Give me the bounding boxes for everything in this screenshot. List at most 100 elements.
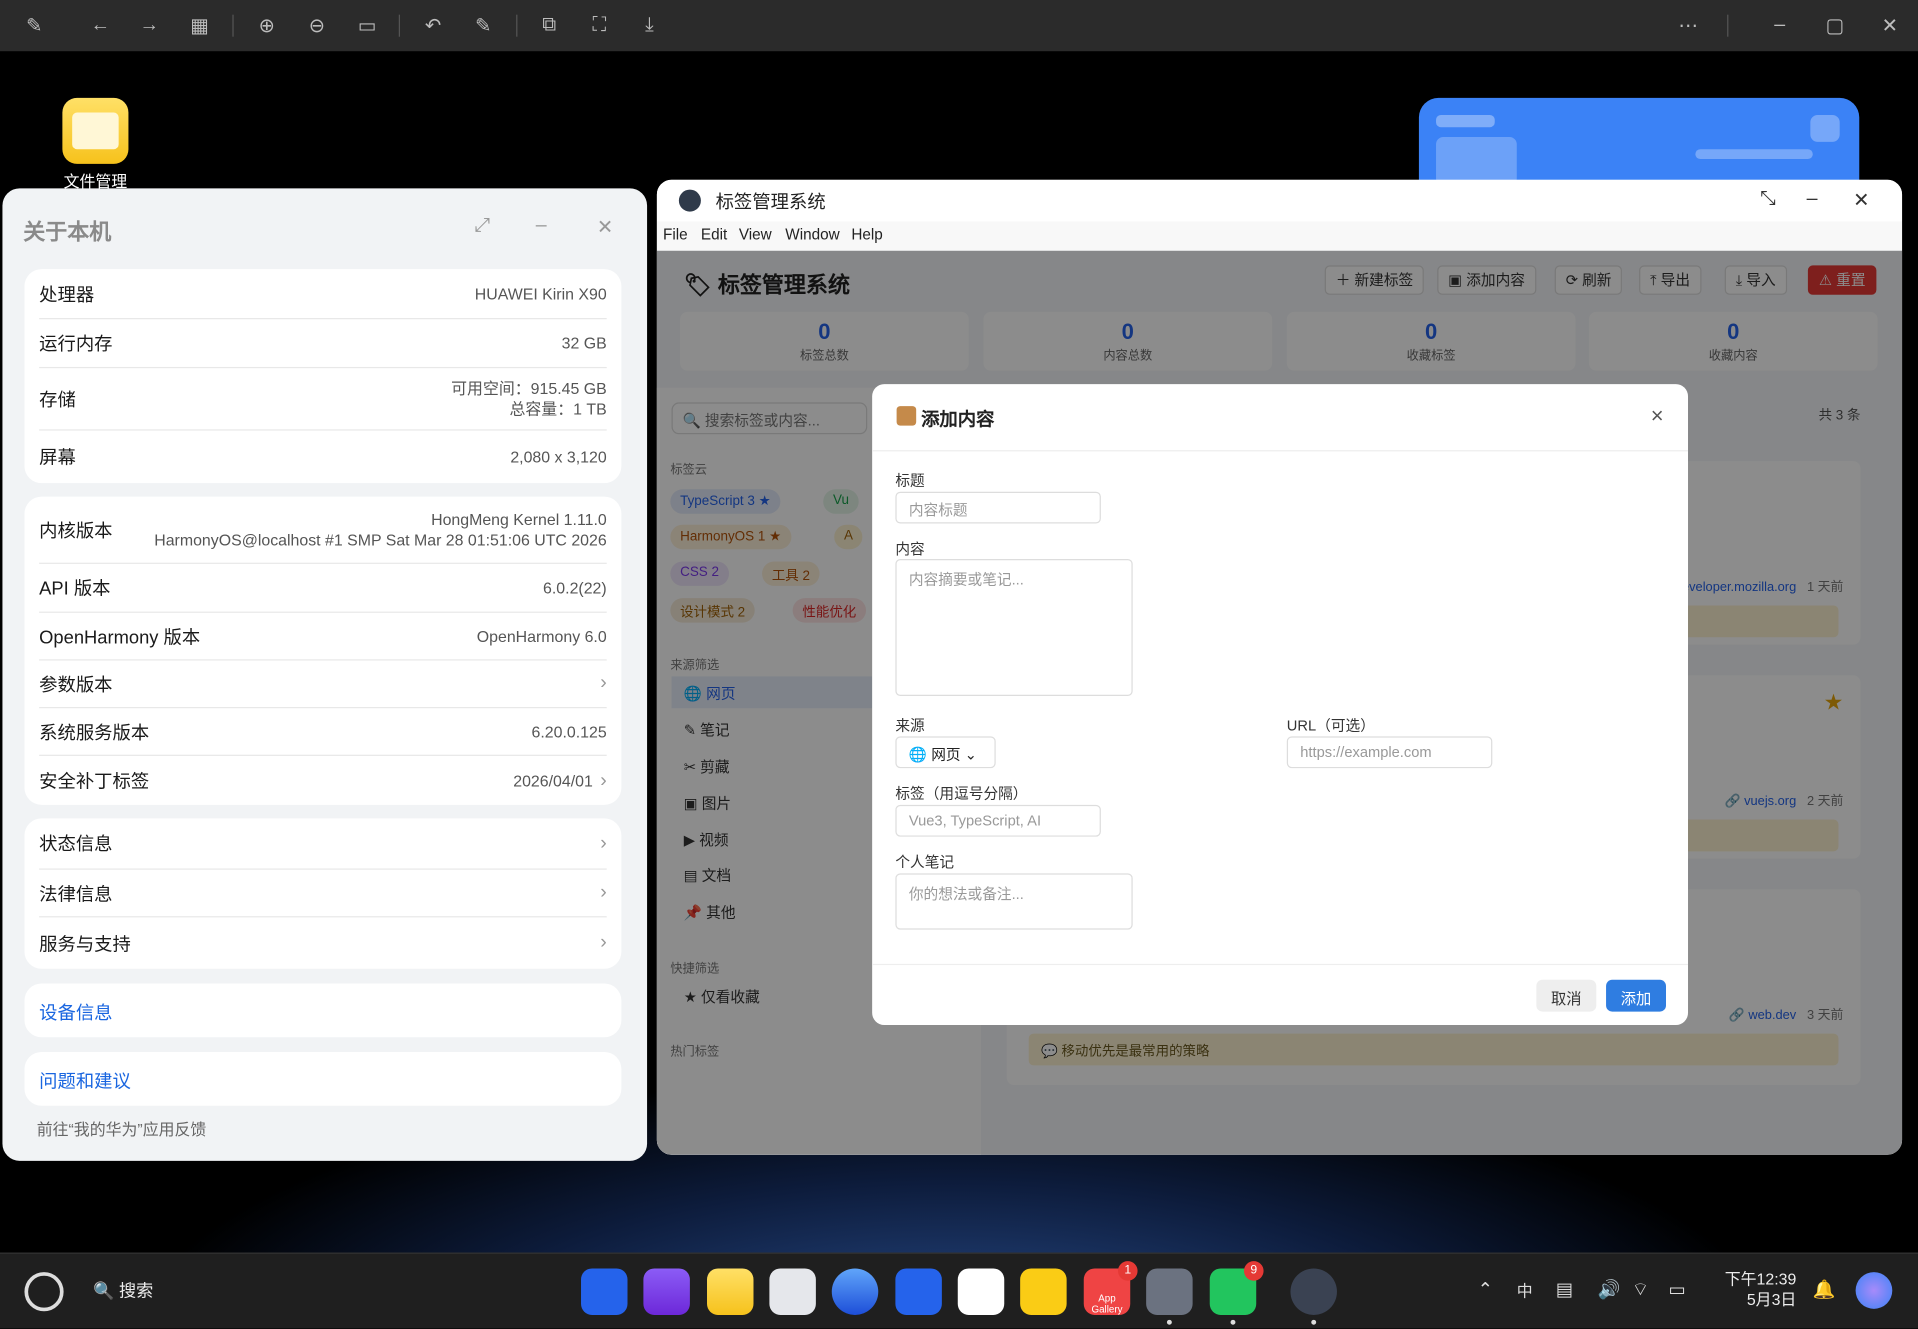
- package-icon: [896, 406, 917, 426]
- close-icon[interactable]: ✕: [1875, 11, 1904, 40]
- taskbar: 🔍 搜索 App Gallery 1 9 ⌃ 中 ▤ 🔊 ⌔ ▭ 下午12:39 5…: [0, 1252, 1918, 1329]
- chevron-right-icon: ›: [600, 770, 607, 791]
- notes-label: 个人笔记: [895, 853, 955, 871]
- zoom-in-icon[interactable]: ⊕: [252, 11, 281, 40]
- trash-icon[interactable]: [769, 1268, 816, 1315]
- notes-textarea[interactable]: 你的想法或备注...: [895, 873, 1133, 930]
- software-card: 内核版本 HongMeng Kernel 1.11.0 HarmonyOS@loca…: [24, 496, 622, 805]
- status-info-row[interactable]: 状态信息 ›: [39, 818, 607, 870]
- save-icon[interactable]: ⤓: [635, 11, 664, 40]
- photos-icon[interactable]: [957, 1268, 1005, 1315]
- screen-row: 屏幕 2,080 x 3,120: [39, 447, 607, 468]
- add-content-dialog: 添加内容 × 标题 内容标题 内容 内容摘要或笔记... 来源 🌐 网页 ⌄ U…: [872, 384, 1689, 1026]
- folder-icon: [62, 97, 129, 164]
- electron-app-icon[interactable]: [1290, 1268, 1337, 1325]
- app-gallery-icon[interactable]: App Gallery 1: [1083, 1261, 1138, 1315]
- wechat-icon[interactable]: 9: [1209, 1261, 1264, 1325]
- assistant-icon[interactable]: [1855, 1272, 1893, 1309]
- menu-edit[interactable]: Edit: [701, 226, 727, 243]
- fit-icon[interactable]: ⛶: [585, 11, 614, 40]
- cancel-button[interactable]: 取消: [1536, 979, 1597, 1012]
- memory-row: 运行内存 32 GB: [39, 319, 607, 369]
- url-input[interactable]: https://example.com: [1286, 736, 1493, 769]
- device-info-link[interactable]: 设备信息: [39, 999, 112, 1025]
- chevron-up-icon[interactable]: ⌃: [1478, 1278, 1493, 1300]
- file-manager-icon[interactable]: [707, 1268, 754, 1315]
- search-icon: 🔍: [92, 1280, 115, 1301]
- maximize-icon[interactable]: ▢: [1820, 11, 1849, 40]
- storage-row: 存储 可用空间：915.45 GB 总容量：1 TB: [39, 368, 607, 431]
- menu-file[interactable]: File: [663, 226, 688, 243]
- source-select[interactable]: 🌐 网页 ⌄: [895, 736, 996, 769]
- processor-row: 处理器 HUAWEI Kirin X90: [39, 269, 607, 320]
- chevron-right-icon: ›: [600, 832, 607, 854]
- security-patch-row[interactable]: 安全补丁标签 2026/04/01 ›: [39, 756, 607, 805]
- title-input[interactable]: 内容标题: [895, 491, 1101, 524]
- battery-icon[interactable]: ▭: [1668, 1278, 1685, 1300]
- add-button[interactable]: 添加: [1606, 979, 1667, 1012]
- volume-icon[interactable]: 🔊: [1597, 1278, 1620, 1300]
- about-device-window: 关于本机 ⤢ – ✕ 处理器 HUAWEI Kirin X90 运行内存 32 GB…: [2, 188, 648, 1161]
- chevron-right-icon: ›: [600, 672, 607, 694]
- param-version-row[interactable]: 参数版本 ›: [39, 661, 607, 709]
- mail-icon[interactable]: [895, 1268, 942, 1315]
- forward-icon[interactable]: →: [135, 11, 164, 40]
- app-logo-icon: [678, 189, 701, 212]
- menu-view[interactable]: View: [739, 226, 772, 243]
- chevron-down-icon: ⌄: [964, 746, 977, 764]
- content-label: 内容: [895, 540, 925, 558]
- minimize-icon[interactable]: –: [1807, 188, 1818, 210]
- clipboard-icon[interactable]: ▤: [1556, 1278, 1573, 1300]
- source-label: 来源: [895, 716, 925, 734]
- grid-icon[interactable]: ▦: [185, 11, 214, 40]
- file-manager-shortcut[interactable]: 文件管理: [59, 97, 132, 192]
- chevron-right-icon: ›: [600, 881, 607, 903]
- crop-icon[interactable]: ⧉: [535, 11, 564, 40]
- more-icon[interactable]: ⋯: [1673, 11, 1702, 40]
- app-launcher-icon[interactable]: [581, 1268, 628, 1315]
- wifi-icon[interactable]: ⌔: [1632, 1278, 1649, 1301]
- tags-input[interactable]: Vue3, TypeScript, AI: [895, 804, 1101, 837]
- openharmony-row: OpenHarmony 版本 OpenHarmony 6.0: [39, 613, 607, 661]
- feedback-link[interactable]: 问题和建议: [39, 1068, 131, 1094]
- close-icon[interactable]: ×: [1651, 404, 1664, 430]
- edit-icon[interactable]: ✎: [468, 11, 497, 40]
- back-icon[interactable]: ←: [86, 11, 115, 40]
- device-info-card[interactable]: 设备信息: [24, 983, 622, 1038]
- menu-help[interactable]: Help: [851, 226, 882, 243]
- minimize-icon[interactable]: –: [1765, 11, 1794, 40]
- start-icon[interactable]: [24, 1272, 64, 1312]
- notes-icon[interactable]: [1020, 1268, 1067, 1315]
- browser-icon[interactable]: [831, 1268, 879, 1315]
- service-support-row[interactable]: 服务与支持 ›: [39, 917, 607, 968]
- clock[interactable]: 下午12:39 5月3日: [1725, 1268, 1797, 1310]
- feedback-card[interactable]: 问题和建议: [24, 1051, 622, 1106]
- url-label: URL（可选）: [1286, 716, 1375, 734]
- menu-window[interactable]: Window: [785, 226, 839, 243]
- rotate-icon[interactable]: ↶: [418, 11, 447, 40]
- content-textarea[interactable]: 内容摘要或笔记...: [895, 559, 1133, 697]
- actual-size-icon[interactable]: ▭: [352, 11, 381, 40]
- viewer-toolbar: ✎ ← → ▦ ⊕ ⊖ ▭ ↶ ✎ ⧉ ⛶ ⤓ ⋯ – ▢ ✕: [0, 0, 1918, 52]
- fullscreen-icon[interactable]: ⤡: [1760, 188, 1776, 210]
- notification-bell-icon[interactable]: 🔔: [1813, 1278, 1836, 1300]
- close-icon[interactable]: ✕: [1853, 188, 1869, 212]
- legal-info-row[interactable]: 法律信息 ›: [39, 870, 607, 918]
- service-version-row: 系统服务版本 6.20.0.125: [39, 708, 607, 756]
- minimize-icon[interactable]: –: [536, 215, 547, 237]
- fullscreen-icon[interactable]: ⤢: [475, 215, 491, 237]
- multitask-icon[interactable]: [643, 1268, 690, 1315]
- close-icon[interactable]: ✕: [597, 215, 613, 239]
- globe-icon: 🌐: [908, 746, 928, 764]
- zoom-out-icon[interactable]: ⊖: [302, 11, 331, 40]
- ime-indicator[interactable]: 中: [1517, 1278, 1533, 1301]
- settings-icon[interactable]: [1146, 1268, 1193, 1325]
- title-label: 标题: [895, 472, 925, 490]
- tags-label: 标签（用逗号分隔）: [895, 785, 1028, 803]
- chevron-right-icon: ›: [600, 932, 607, 953]
- menu-bar: File Edit View Window Help: [656, 221, 1903, 251]
- dialog-footer: 取消 添加: [872, 963, 1689, 1025]
- pin-icon[interactable]: ✎: [20, 11, 49, 40]
- title-bar: 标签管理系统 ⤡ – ✕: [656, 179, 1903, 222]
- search-button[interactable]: 🔍 搜索: [93, 1278, 153, 1302]
